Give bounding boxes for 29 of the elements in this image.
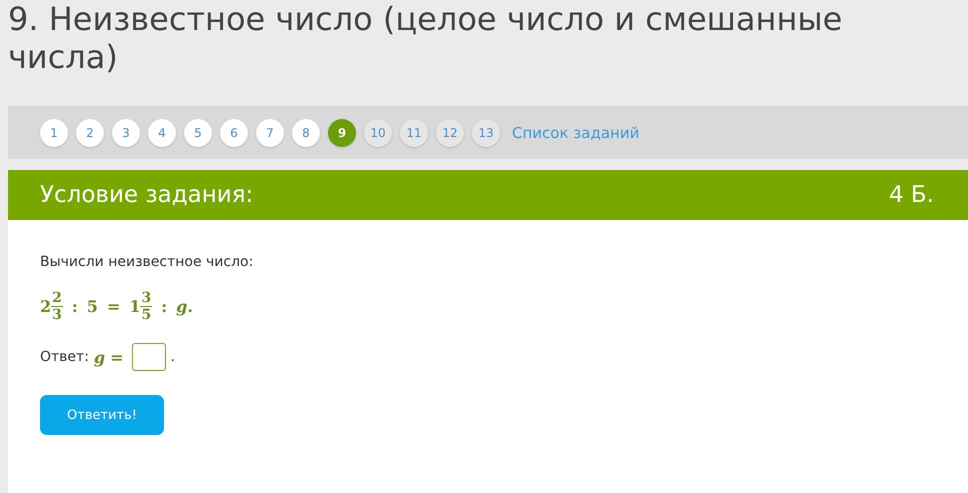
task-number-button[interactable]: 3 xyxy=(112,118,140,146)
math-number: 5 xyxy=(86,297,98,316)
math-operator: = xyxy=(110,348,124,366)
task-number-button[interactable]: 2 xyxy=(76,118,104,146)
task-number-button[interactable]: 12 xyxy=(436,118,464,146)
page-title: 9. Неизвестное число (целое число и смешанные числа) xyxy=(7,0,844,76)
math-operator: : xyxy=(72,297,78,316)
task-number-button[interactable]: 5 xyxy=(184,118,212,146)
task-number-button[interactable]: 1 xyxy=(40,118,68,146)
answer-label: Ответ: xyxy=(40,349,89,365)
submit-button[interactable]: Ответить! xyxy=(40,395,164,435)
task-number-button[interactable]: 10 xyxy=(364,118,392,146)
task-prompt: Вычисли неизвестное число: xyxy=(40,254,254,270)
math-operator: : xyxy=(161,297,168,316)
task-list-link[interactable]: Список заданий xyxy=(512,124,640,142)
math-variable: g xyxy=(94,348,106,366)
answer-period: . xyxy=(170,349,175,365)
task-points: 4 Б. xyxy=(888,182,934,208)
math-variable: g. xyxy=(176,297,193,316)
task-number-button[interactable]: 8 xyxy=(292,118,320,146)
task-number-button[interactable]: 11 xyxy=(400,118,428,146)
task-header-title: Условие задания: xyxy=(40,182,254,208)
task-number-button[interactable]: 4 xyxy=(148,118,176,146)
task-number-button[interactable]: 6 xyxy=(220,118,248,146)
answer-field[interactable] xyxy=(132,343,166,371)
task-number-button[interactable]: 7 xyxy=(256,118,284,146)
task-number-button[interactable]: 13 xyxy=(472,118,500,146)
task-number-button[interactable]: 9 xyxy=(328,118,356,146)
math-operator: = xyxy=(106,297,120,316)
